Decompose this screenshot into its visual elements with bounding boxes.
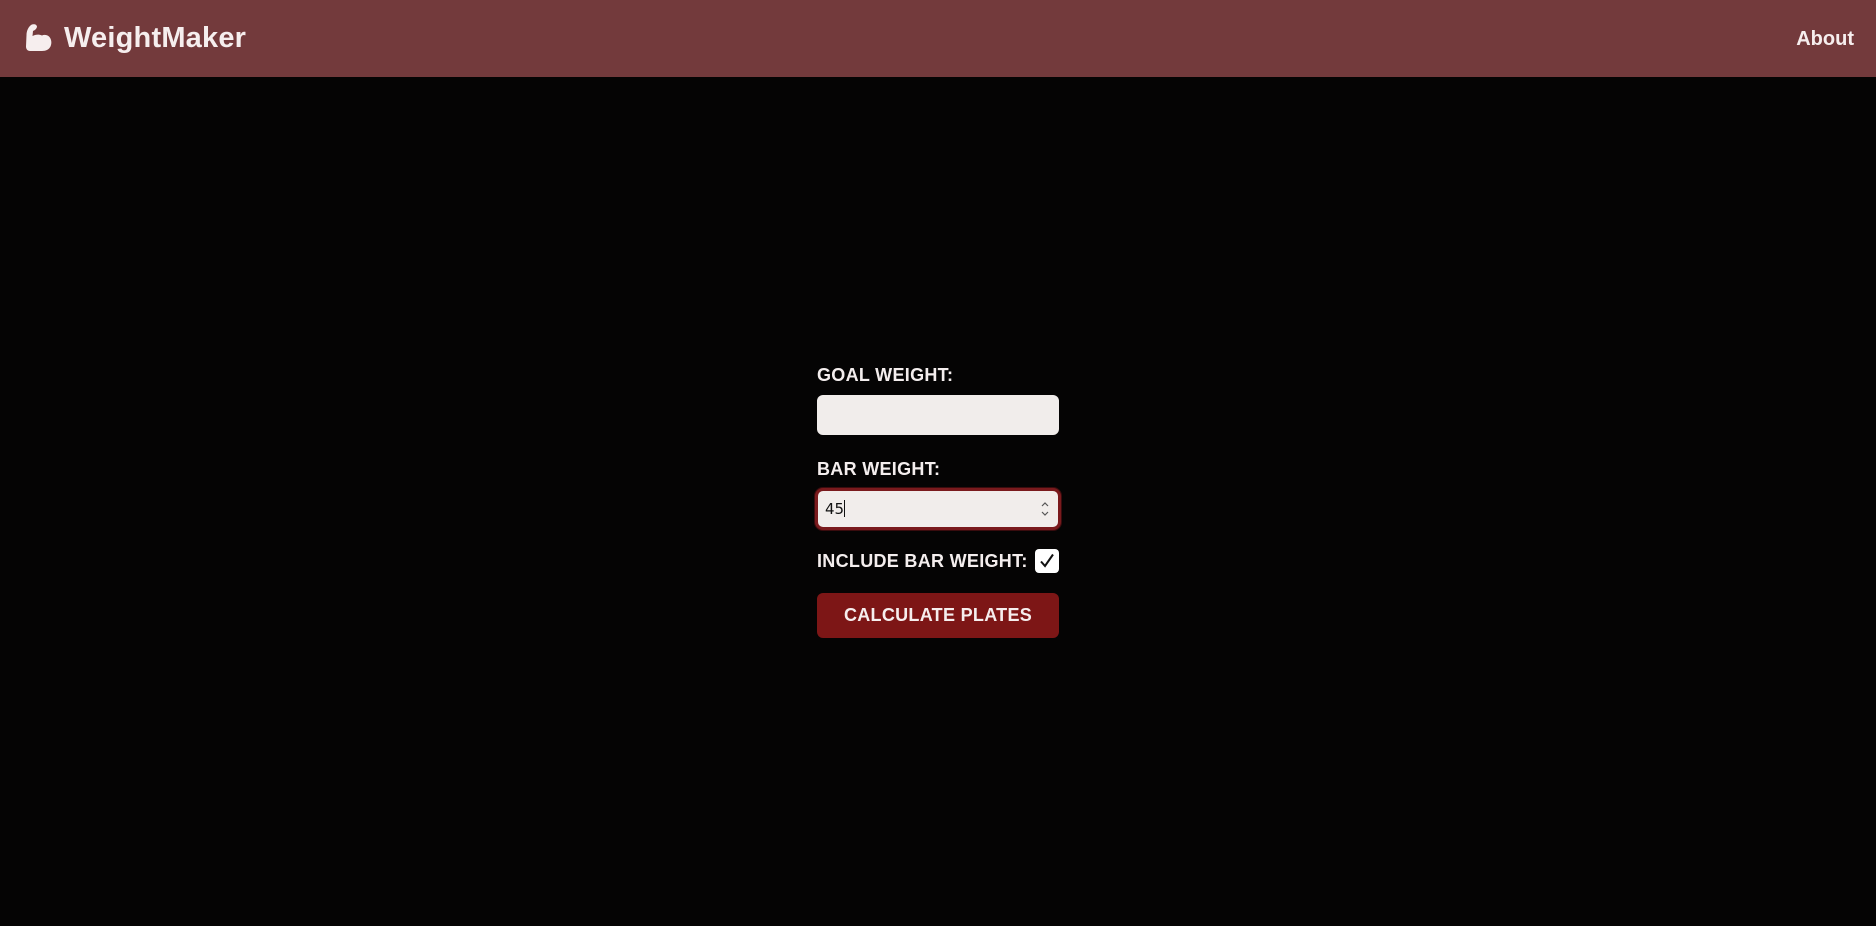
brand-link[interactable]: WeightMaker <box>22 22 246 55</box>
nav-about-link[interactable]: About <box>1796 28 1854 51</box>
goal-weight-label: GOAL WEIGHT: <box>817 365 954 385</box>
include-bar-weight-row: INCLUDE BAR WEIGHT: <box>817 548 1059 574</box>
include-bar-weight-label: INCLUDE BAR WEIGHT: <box>817 550 1028 571</box>
brand-name: WeightMaker <box>64 22 247 54</box>
plate-calculator-form: GOAL WEIGHT: BAR WEIGHT: 45 INCLUDE BAR … <box>815 364 1061 638</box>
goal-weight-input[interactable] <box>817 395 1059 435</box>
flexed-bicep-icon <box>22 22 54 54</box>
checkmark-icon <box>1040 553 1054 568</box>
bar-weight-label: BAR WEIGHT: <box>817 459 941 479</box>
calculate-plates-button[interactable]: CALCULATE PLATES <box>817 593 1059 638</box>
include-bar-weight-checkbox[interactable] <box>1035 549 1059 573</box>
text-caret <box>844 500 846 517</box>
number-spinner-icon[interactable] <box>1040 499 1050 519</box>
navbar: WeightMaker About <box>0 0 1876 77</box>
bar-weight-input[interactable]: 45 <box>815 488 1061 530</box>
bar-weight-value: 45 <box>825 500 845 518</box>
